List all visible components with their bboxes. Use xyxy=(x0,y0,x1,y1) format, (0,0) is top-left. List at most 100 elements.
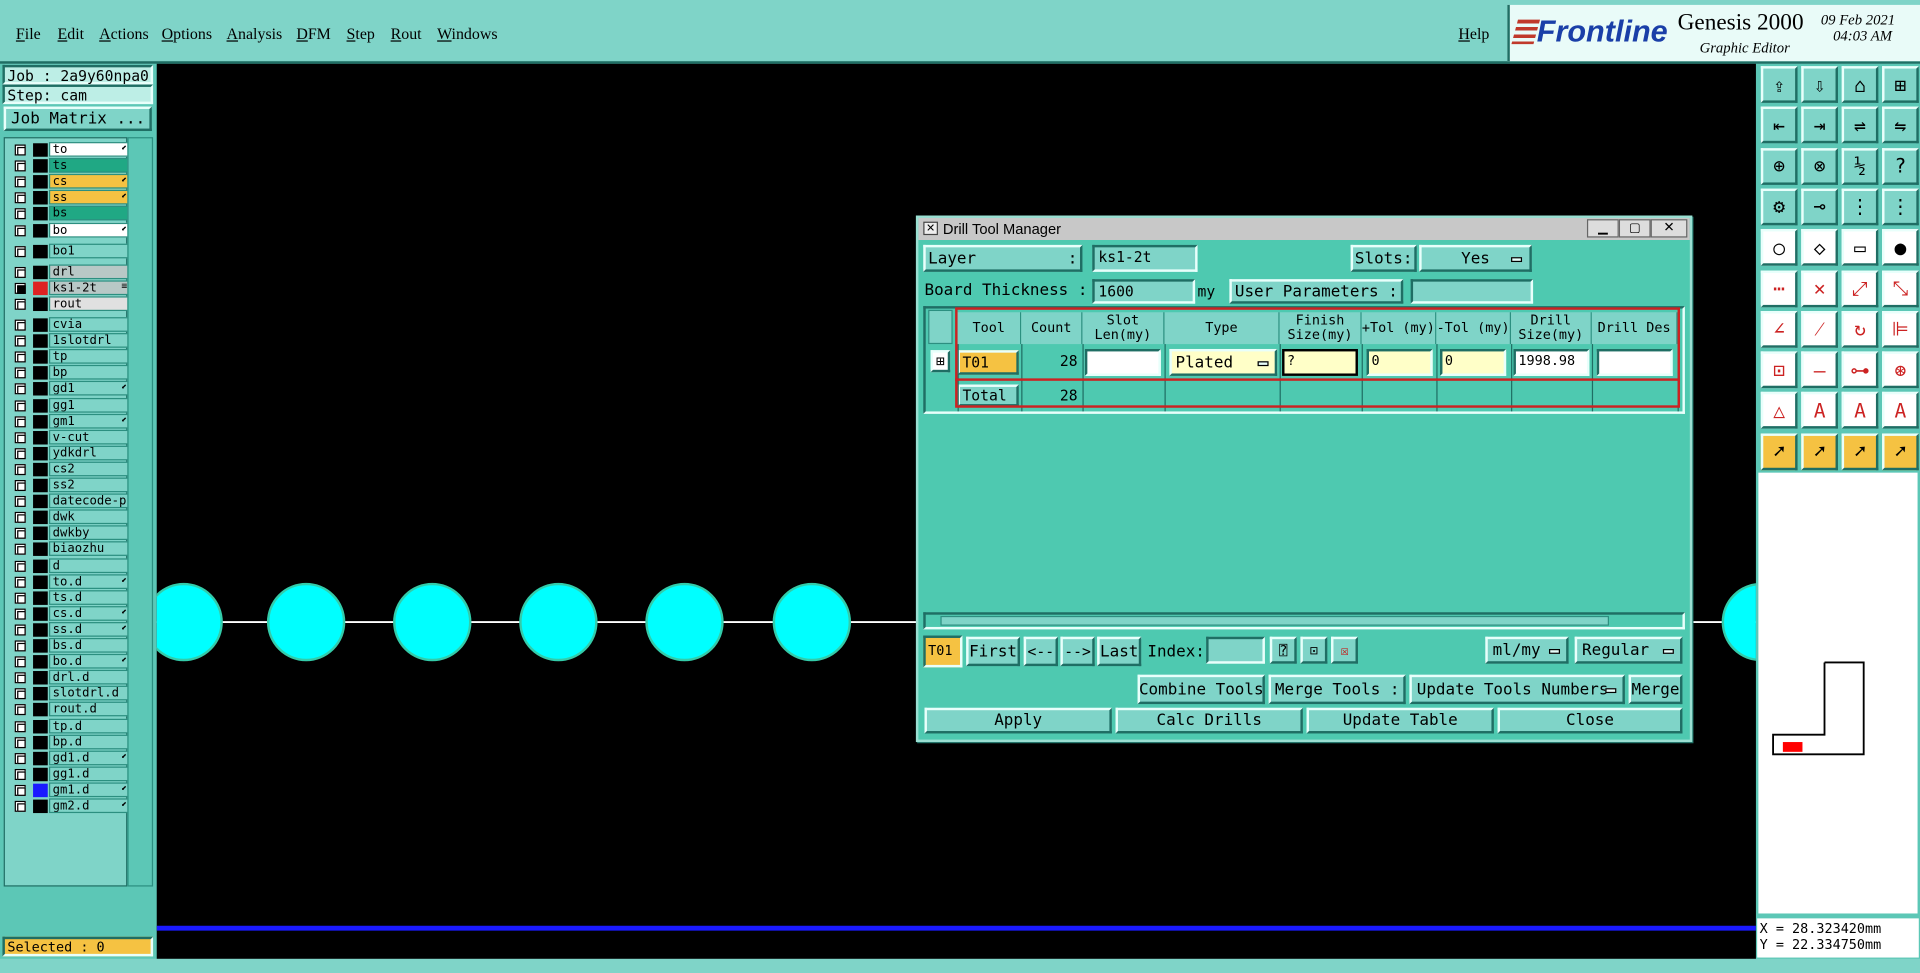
layer-color-swatch[interactable] xyxy=(33,430,48,445)
layer-checkbox[interactable] xyxy=(14,335,26,347)
layer-row[interactable]: gd1.d ⬋ xyxy=(10,750,132,765)
snap-icon[interactable]: ⊶ xyxy=(1841,351,1879,389)
select-box-icon[interactable]: ⊡ xyxy=(1760,351,1798,389)
layer-name[interactable]: drl.d xyxy=(48,670,132,685)
layer-checkbox[interactable] xyxy=(14,688,26,700)
layer-row[interactable]: bs xyxy=(10,206,132,221)
layer-row[interactable]: gm1 ⬋ xyxy=(10,413,132,429)
forward-icon[interactable]: ⇥ xyxy=(1801,106,1838,144)
layer-name[interactable]: 1slotdrl xyxy=(48,333,132,348)
layer-row[interactable]: bo1 xyxy=(10,243,132,258)
zoom-icon[interactable]: ⊗ xyxy=(1801,147,1838,185)
measure-a-icon[interactable]: ⋮ xyxy=(1841,188,1879,226)
menu-analysis[interactable]: Analysis xyxy=(227,24,283,44)
layer-checkbox[interactable] xyxy=(14,415,26,427)
layer-color-swatch[interactable] xyxy=(33,558,48,573)
maximize-icon[interactable]: ▢ xyxy=(1618,219,1651,238)
layer-row[interactable]: ss.d ⬋ xyxy=(10,621,132,637)
layer-checkbox[interactable] xyxy=(14,608,26,620)
layer-name[interactable]: gd1 xyxy=(48,381,132,396)
layer-name[interactable]: cs2 xyxy=(48,461,132,477)
triangle-icon[interactable]: △ xyxy=(1760,392,1798,430)
layer-name[interactable]: to xyxy=(48,142,132,157)
close-button[interactable]: Close xyxy=(1497,707,1683,734)
next-button[interactable]: --> xyxy=(1060,636,1095,667)
scrollbar-thumb[interactable] xyxy=(940,615,1609,626)
layer-color-swatch[interactable] xyxy=(33,751,48,765)
apply-button[interactable]: Apply xyxy=(924,707,1112,734)
line-icon[interactable]: — xyxy=(1801,351,1838,389)
text-b-icon[interactable]: A xyxy=(1841,392,1879,430)
layer-color-swatch[interactable] xyxy=(33,783,48,798)
menu-dfm[interactable]: DFM xyxy=(296,24,331,44)
layer-row[interactable]: v-cut xyxy=(10,429,132,445)
layer-checkbox[interactable] xyxy=(14,672,26,684)
rotate-icon[interactable]: ↻ xyxy=(1841,310,1879,348)
layer-color-swatch[interactable] xyxy=(33,687,48,701)
layer-row[interactable]: ss2 xyxy=(10,477,132,493)
layer-name[interactable]: gd1.d xyxy=(48,750,132,765)
drill-pad[interactable] xyxy=(772,582,852,662)
calc-drills-button[interactable]: Calc Drills xyxy=(1115,707,1303,734)
layer-name[interactable]: datecode-pbe xyxy=(48,493,132,509)
back-icon[interactable]: ⇤ xyxy=(1760,106,1798,144)
minimize-icon[interactable]: ▁ xyxy=(1586,219,1619,238)
layer-list-scrollbar[interactable] xyxy=(127,137,154,887)
layer-name[interactable]: slotdrl.d xyxy=(48,686,132,701)
layer-row[interactable]: dwk xyxy=(10,509,132,525)
settings-icon[interactable]: ⚙ xyxy=(1760,188,1798,226)
layer-row[interactable]: datecode-pbe xyxy=(10,493,132,509)
mirror-icon[interactable]: ⇋ xyxy=(1882,106,1919,144)
layer-checkbox[interactable] xyxy=(14,298,26,310)
open-icon[interactable]: ⇪ xyxy=(1760,66,1798,103)
layer-row[interactable]: cs.d ⬋ xyxy=(10,605,132,621)
layer-name[interactable]: bo xyxy=(48,222,132,237)
layer-name[interactable]: bo1 xyxy=(48,243,132,258)
layer-row[interactable]: tp.d xyxy=(10,718,132,733)
layer-color-swatch[interactable] xyxy=(33,462,48,477)
menu-edit[interactable]: Edit xyxy=(58,24,85,44)
combine-tools-button[interactable]: Combine Tools xyxy=(1137,674,1265,705)
layer-name[interactable]: bp xyxy=(48,365,132,380)
dialog-menu-icon[interactable]: ✕ xyxy=(923,221,938,236)
layer-row[interactable]: gg1.d xyxy=(10,766,132,781)
layer-row[interactable]: bo ⬋ xyxy=(10,222,132,237)
layer-color-swatch[interactable] xyxy=(33,639,48,653)
pointer-a-icon[interactable]: ➚ xyxy=(1760,433,1798,470)
layer-row[interactable]: slotdrl.d xyxy=(10,686,132,701)
layer-checkbox[interactable] xyxy=(14,319,26,331)
units-dropdown[interactable]: ml/my xyxy=(1485,636,1569,664)
layer-checkbox[interactable] xyxy=(14,752,26,764)
pad-icon[interactable]: ○ xyxy=(1760,229,1798,266)
layer-row[interactable]: gg1 xyxy=(10,397,132,413)
text-a-icon[interactable]: A xyxy=(1801,392,1838,430)
layer-name[interactable]: ss.d xyxy=(48,621,132,637)
pointer-d-icon[interactable]: ➚ xyxy=(1882,433,1919,470)
layer-checkbox[interactable] xyxy=(14,576,26,588)
swap-icon[interactable]: ⇌ xyxy=(1841,106,1879,144)
layer-name[interactable]: ts.d xyxy=(48,589,132,605)
search-tool-icon[interactable]: ⍰ xyxy=(1269,636,1297,664)
cross-icon[interactable]: ✕ xyxy=(1801,270,1838,307)
layer-checkbox[interactable] xyxy=(14,784,26,796)
layer-name[interactable]: v-cut xyxy=(48,429,132,445)
layer-checkbox[interactable] xyxy=(14,592,26,604)
menu-help[interactable]: Help xyxy=(1458,24,1490,45)
layer-color-swatch[interactable] xyxy=(33,526,48,541)
layer-checkbox[interactable] xyxy=(14,431,26,443)
first-button[interactable]: First xyxy=(966,636,1021,667)
layer-color-swatch[interactable] xyxy=(33,767,48,781)
filter-tool-icon[interactable]: ⊡ xyxy=(1300,636,1328,664)
layer-checkbox[interactable] xyxy=(14,351,26,363)
layer-checkbox[interactable] xyxy=(14,282,26,294)
layer-name[interactable]: ydkdrl xyxy=(48,445,132,461)
layer-row[interactable]: cs ⬋ xyxy=(10,174,132,189)
layer-row[interactable]: biaozhu xyxy=(10,541,132,557)
merge-mode-dropdown[interactable]: Update Tools Numbers xyxy=(1409,674,1625,705)
layer-row[interactable]: gm1.d ⬋ xyxy=(10,782,132,798)
layer-checkbox[interactable] xyxy=(14,560,26,572)
layer-name[interactable]: ss2 xyxy=(48,477,132,493)
layer-color-swatch[interactable] xyxy=(33,366,48,380)
layer-color-swatch[interactable] xyxy=(33,478,48,493)
layer-row[interactable]: drl.d xyxy=(10,670,132,685)
